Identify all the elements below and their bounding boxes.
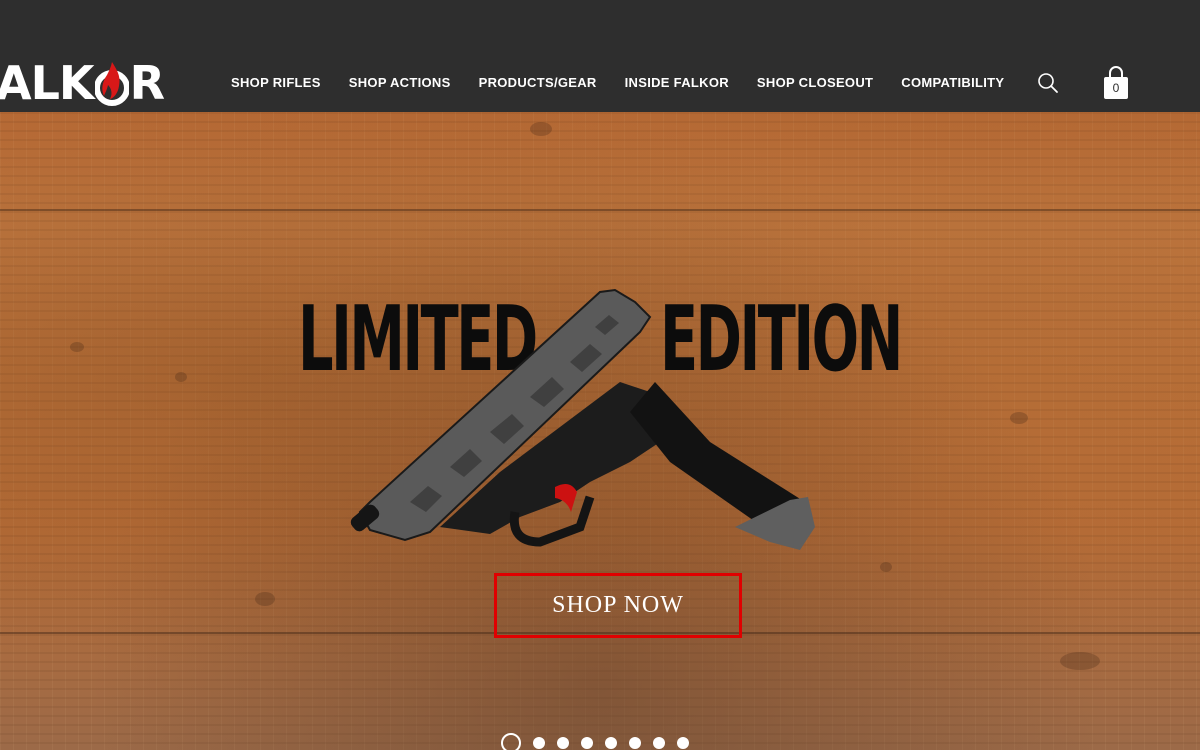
shop-now-button[interactable]: SHOP NOW <box>494 573 742 638</box>
wood-knot <box>1010 412 1028 424</box>
slide-dot[interactable] <box>533 737 545 749</box>
nav-item-shop-closeout[interactable]: SHOP CLOSEOUT <box>743 74 887 92</box>
nav-item-compatibility[interactable]: COMPATIBILITY <box>887 74 1018 92</box>
wood-plank-seam <box>0 209 1200 211</box>
wood-knot <box>255 592 275 606</box>
logo-text-left: ALK <box>0 56 95 110</box>
site-header: ALK R SHOP RIFLES SHOP ACTIONS PRODUCTS/… <box>0 0 1200 112</box>
cart-count: 0 <box>1112 81 1120 95</box>
slide-dot[interactable] <box>653 737 665 749</box>
logo-text-right: R <box>129 56 165 110</box>
slide-dot[interactable] <box>557 737 569 749</box>
wood-knot <box>880 562 892 572</box>
hero-slideshow: LIMITED EDITION SHOP NOW <box>0 112 1200 750</box>
slide-dot[interactable] <box>677 737 689 749</box>
search-icon[interactable] <box>1036 71 1060 95</box>
nav-item-products-gear[interactable]: PRODUCTS/GEAR <box>465 74 611 92</box>
wood-knot <box>175 372 187 382</box>
flame-icon <box>93 60 130 106</box>
slide-dot[interactable] <box>629 737 641 749</box>
main-nav: SHOP RIFLES SHOP ACTIONS PRODUCTS/GEAR I… <box>217 74 1018 92</box>
slide-dot[interactable] <box>605 737 617 749</box>
falkor-logo[interactable]: ALK R <box>0 56 165 110</box>
cart-button[interactable]: 0 <box>1102 66 1130 100</box>
nav-item-shop-rifles[interactable]: SHOP RIFLES <box>217 74 335 92</box>
nav-item-inside-falkor[interactable]: INSIDE FALKOR <box>611 74 743 92</box>
wood-knot <box>530 122 552 136</box>
pistol-product-image <box>350 288 815 550</box>
slideshow-pagination <box>501 733 689 750</box>
slide-dot-active[interactable] <box>501 733 521 750</box>
wood-knot <box>70 342 84 352</box>
wood-knot <box>1060 652 1100 670</box>
nav-item-shop-actions[interactable]: SHOP ACTIONS <box>335 74 465 92</box>
slide-dot[interactable] <box>581 737 593 749</box>
